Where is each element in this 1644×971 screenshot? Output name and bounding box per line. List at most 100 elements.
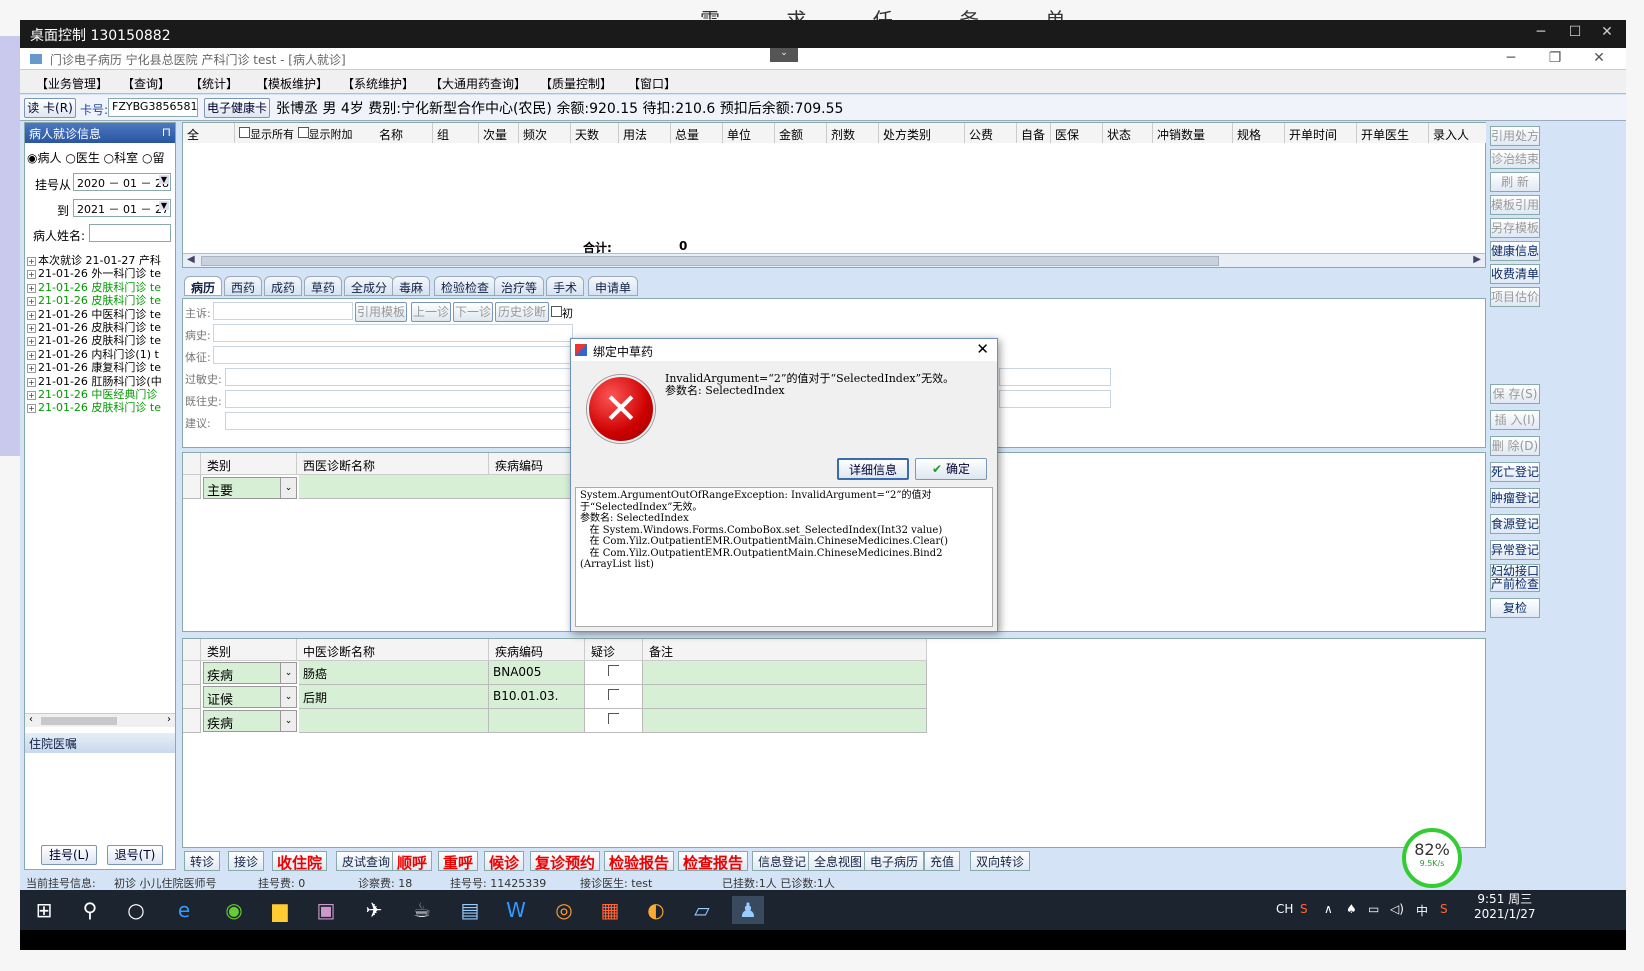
right-button-9[interactable]: 插 入(I) xyxy=(1490,410,1540,430)
grid-column-header[interactable]: 录入人 xyxy=(1429,123,1491,143)
remarks-cell[interactable] xyxy=(643,661,927,685)
bottom-button-9[interactable]: 检查报告 xyxy=(678,851,749,872)
right-button-17[interactable]: 复检 xyxy=(1490,598,1540,618)
right-button-0[interactable]: 引用处方 xyxy=(1490,126,1540,146)
chinese-name-cell[interactable]: 肠癌 xyxy=(299,661,489,685)
past-history-input[interactable] xyxy=(225,390,573,408)
radio-stay[interactable]: ○留 xyxy=(142,151,165,165)
expand-icon[interactable]: + xyxy=(27,310,36,320)
visit-tree-item[interactable]: +21-01-26 皮肤科门诊 te xyxy=(27,321,175,334)
ime-tray-icon[interactable]: S xyxy=(1300,902,1308,916)
radio-patient[interactable]: ◉病人 xyxy=(27,151,62,165)
right-button-14[interactable]: 异常登记 xyxy=(1490,540,1540,560)
grid-column-header[interactable]: 冲销数量 xyxy=(1153,123,1233,143)
folder-icon[interactable]: ▆ xyxy=(264,896,296,924)
grid-column-header[interactable]: 名称 xyxy=(375,123,433,143)
bottom-button-11[interactable]: 全息视图 xyxy=(808,851,869,871)
menu-window[interactable]: 【窗口】 xyxy=(628,75,676,92)
disease-code-cell[interactable]: BNA005 xyxy=(489,661,585,685)
grid-column-header[interactable]: 开单医生 xyxy=(1357,123,1429,143)
allergy-extra-input[interactable] xyxy=(999,368,1111,386)
right-button-11[interactable]: 死亡登记 xyxy=(1490,462,1540,482)
right-button-12[interactable]: 肿瘤登记 xyxy=(1490,488,1540,508)
details-button[interactable]: 详细信息 xyxy=(837,458,909,480)
right-button-15[interactable]: 妇幼接口 xyxy=(1490,564,1540,578)
monitor-icon[interactable]: ▤ xyxy=(454,896,486,924)
right-button-4[interactable]: 另存模板 xyxy=(1490,218,1540,238)
expand-icon[interactable]: + xyxy=(27,283,36,293)
expand-icon[interactable]: + xyxy=(27,297,36,307)
expand-icon[interactable]: + xyxy=(27,364,36,374)
tray-expand-icon[interactable]: ∧ xyxy=(1324,902,1333,916)
allergy-input[interactable] xyxy=(225,368,573,386)
remarks-cell[interactable] xyxy=(643,709,927,733)
right-button-16[interactable]: 产前检查 xyxy=(1490,578,1540,592)
reg-to-date[interactable]: 2021 － 01 － 27 ▼ xyxy=(73,199,171,217)
chinese-type-select[interactable]: 证候 ⌄ xyxy=(203,686,297,708)
ie-icon[interactable]: e xyxy=(168,896,200,924)
grid-column-header[interactable]: 自备 xyxy=(1017,123,1051,143)
grid-column-header[interactable]: 组 xyxy=(433,123,479,143)
show-all-checkbox[interactable]: 显示所有 xyxy=(239,127,294,141)
date-dropdown-icon[interactable]: ▼ xyxy=(158,201,169,210)
bottom-button-0[interactable]: 转诊 xyxy=(184,851,221,871)
chart-app-icon[interactable]: ▦ xyxy=(594,896,626,924)
tab-9[interactable]: 申请单 xyxy=(588,276,639,296)
grid-column-header[interactable]: 开单时间 xyxy=(1285,123,1357,143)
network-icon[interactable]: ▭ xyxy=(1368,902,1379,916)
chevron-down-icon[interactable]: ⌄ xyxy=(280,663,296,683)
ehealth-card-button[interactable]: 电子健康卡 xyxy=(204,98,270,118)
menu-drug-query[interactable]: 【大通用药查询】 xyxy=(430,75,526,92)
visit-tree-item[interactable]: +21-01-26 内科门诊(1) t xyxy=(27,348,175,361)
menu-template[interactable]: 【模板维护】 xyxy=(256,75,328,92)
past-history-extra-input[interactable] xyxy=(999,390,1111,408)
scroll-right-icon[interactable]: ▶ xyxy=(1473,254,1481,265)
search-icon[interactable]: ⚲ xyxy=(74,896,106,924)
menu-query[interactable]: 【查询】 xyxy=(122,75,170,92)
right-button-7[interactable]: 项目估价 xyxy=(1490,287,1540,307)
next-visit-button[interactable]: 下一诊 xyxy=(453,302,493,322)
bottom-button-2[interactable]: 收住院 xyxy=(272,851,328,872)
grid-column-header[interactable]: 规格 xyxy=(1233,123,1285,143)
right-button-5[interactable]: 健康信息 xyxy=(1490,241,1540,261)
app-minimize-icon[interactable]: ─ xyxy=(1496,50,1526,66)
notification-icon[interactable]: ♠ xyxy=(1346,902,1357,916)
media-icon[interactable]: ◐ xyxy=(640,896,672,924)
register-button[interactable]: 挂号(L) xyxy=(41,845,97,865)
word-icon[interactable]: W xyxy=(500,896,532,924)
right-button-13[interactable]: 食源登记 xyxy=(1490,514,1540,534)
chevron-down-icon[interactable]: ⌄ xyxy=(280,478,296,498)
stack-trace-text[interactable]: System.ArgumentOutOfRangeException: Inva… xyxy=(575,487,993,627)
tab-7[interactable]: 治疗等 xyxy=(494,276,545,296)
visit-tree-item[interactable]: +21-01-26 皮肤科门诊 te xyxy=(27,281,175,294)
visit-tree-item[interactable]: + 本次就诊 21-01-27 产科 xyxy=(27,254,175,267)
emr-task-icon[interactable]: ♟ xyxy=(732,896,764,924)
bottom-button-14[interactable]: 双向转诊 xyxy=(970,851,1031,871)
suspected-cell[interactable] xyxy=(585,661,643,685)
chevron-down-icon[interactable]: ⌄ xyxy=(280,711,296,731)
close-icon[interactable]: ✕ xyxy=(1592,24,1622,40)
radio-dept[interactable]: ○科室 xyxy=(104,151,139,165)
suspected-checkbox[interactable] xyxy=(608,689,619,700)
card-number-input[interactable]: FZYBG38565812 xyxy=(108,98,198,117)
grid-column-header[interactable]: 全 xyxy=(183,123,235,143)
visit-tree-item[interactable]: +21-01-26 皮肤科门诊 te xyxy=(27,401,175,414)
app-restore-icon[interactable]: ❐ xyxy=(1540,50,1570,66)
scroll-left-icon[interactable]: ‹ xyxy=(29,714,33,725)
chinese-type-select[interactable]: 疾病 ⌄ xyxy=(203,662,297,684)
notes-icon[interactable]: ▱ xyxy=(686,896,718,924)
bottom-button-12[interactable]: 电子病历 xyxy=(864,851,925,871)
disease-code-cell[interactable]: B10.01.03. xyxy=(489,685,585,709)
minimize-icon[interactable]: ─ xyxy=(1526,24,1556,40)
menu-system[interactable]: 【系统维护】 xyxy=(342,75,414,92)
menu-business[interactable]: 【业务管理】 xyxy=(36,75,108,92)
right-button-8[interactable]: 保 存(S) xyxy=(1490,384,1540,404)
reg-from-date[interactable]: 2020 － 01 － 28 ▼ xyxy=(73,173,171,191)
diagnosis-type-select[interactable]: 主要 ⌄ xyxy=(203,477,297,499)
apply-template-button[interactable]: 引用模板 xyxy=(355,302,407,322)
grid-column-header[interactable]: 剂数 xyxy=(827,123,879,143)
chinese-name-cell[interactable] xyxy=(299,709,489,733)
browser-icon[interactable]: ◉ xyxy=(218,896,250,924)
tab-2[interactable]: 成药 xyxy=(264,276,303,296)
suspected-checkbox[interactable] xyxy=(608,713,619,724)
